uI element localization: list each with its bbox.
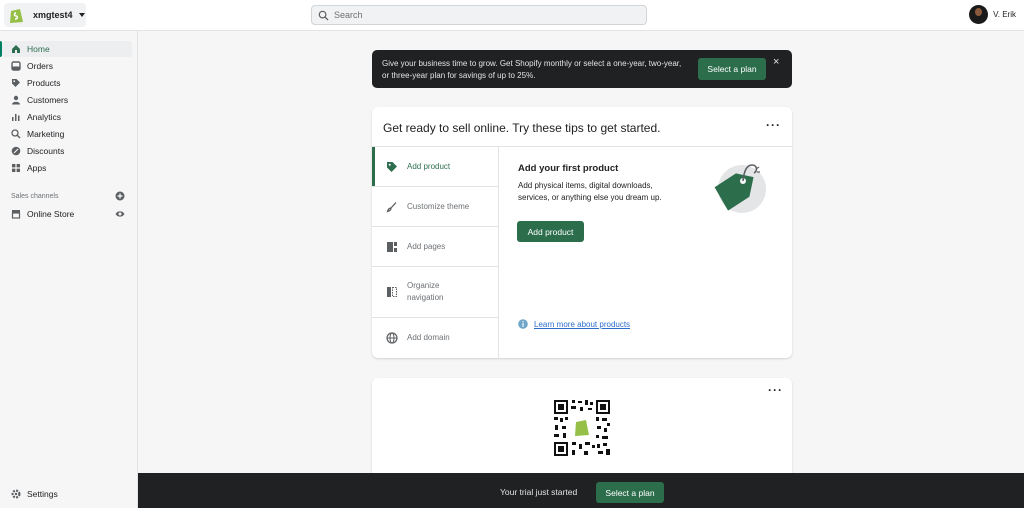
gear-icon xyxy=(11,489,21,499)
sidebar-item-customers[interactable]: Customers xyxy=(2,92,132,108)
orders-icon xyxy=(11,61,21,71)
user-name: V. Erik xyxy=(993,10,1016,19)
store-name: xmgtest4 xyxy=(33,10,73,20)
pages-icon xyxy=(387,241,397,252)
sidebar-item-label: Marketing xyxy=(27,129,65,139)
sales-channels-label: Sales channels xyxy=(11,193,59,200)
tip-label: Customize theme xyxy=(407,201,470,211)
caret-down-icon xyxy=(78,13,85,17)
sidebar-item-discounts[interactable]: Discounts xyxy=(2,143,132,159)
top-bar: xmgtest4 V. Erik xyxy=(0,0,1024,31)
sidebar-item-orders[interactable]: Orders xyxy=(2,58,132,74)
search-bar[interactable] xyxy=(311,5,647,25)
sidebar-item-online-store[interactable]: Online Store xyxy=(2,206,132,222)
tip-organize-navigation[interactable]: Organize navigation xyxy=(372,267,498,318)
sidebar-item-label: Online Store xyxy=(27,209,75,219)
tip-title: Add your first product xyxy=(518,163,619,174)
globe-icon xyxy=(386,332,398,344)
close-icon[interactable]: × xyxy=(773,56,779,68)
apps-icon xyxy=(12,164,20,172)
qr-code-card: ··· xyxy=(372,378,792,488)
tip-description: Add physical items, digital downloads, s… xyxy=(518,181,662,202)
trial-select-plan-button[interactable]: Select a plan xyxy=(596,482,664,503)
select-plan-button[interactable]: Select a plan xyxy=(698,58,766,80)
tag-icon xyxy=(387,161,397,172)
tip-customize-theme[interactable]: Customize theme xyxy=(372,187,498,227)
sidebar-item-label: Orders xyxy=(27,61,53,71)
sidebar-item-label: Discounts xyxy=(27,146,65,156)
sidebar-item-label: Apps xyxy=(27,163,47,173)
setup-tips-card: Get ready to sell online. Try these tips… xyxy=(372,107,792,358)
bar-chart-icon xyxy=(12,114,20,121)
sidebar-item-label: Home xyxy=(27,44,50,54)
tag-icon xyxy=(12,79,20,87)
add-product-button[interactable]: Add product xyxy=(517,221,584,242)
learn-more-link[interactable]: Learn more about products xyxy=(534,320,630,329)
banner-text: Give your business time to grow. Get Sho… xyxy=(382,59,682,80)
user-menu[interactable]: V. Erik xyxy=(969,5,1016,24)
store-switcher[interactable]: xmgtest4 xyxy=(4,3,86,27)
sidebar-item-settings[interactable]: Settings xyxy=(2,486,132,502)
sidebar-item-analytics[interactable]: Analytics xyxy=(2,109,132,125)
tip-add-pages[interactable]: Add pages xyxy=(372,227,498,267)
more-actions-icon[interactable]: ··· xyxy=(768,383,783,397)
navigation-icon xyxy=(387,287,397,297)
tip-label: Add pages xyxy=(407,241,446,251)
search-icon xyxy=(318,10,329,21)
sidebar-item-marketing[interactable]: Marketing xyxy=(2,126,132,142)
add-channel-icon[interactable] xyxy=(115,191,125,201)
eye-icon[interactable] xyxy=(115,209,125,219)
brush-icon xyxy=(386,201,397,212)
more-actions-icon[interactable]: ··· xyxy=(766,118,781,132)
sidebar-item-label: Settings xyxy=(27,489,58,499)
search-input[interactable] xyxy=(334,10,634,20)
tip-list: Add product Customize theme Add pages Or… xyxy=(372,147,499,358)
learn-more: Learn more about products xyxy=(518,319,630,329)
sidebar-item-label: Customers xyxy=(27,95,69,105)
sidebar-item-home[interactable]: Home xyxy=(0,41,132,57)
tip-label: Add product xyxy=(407,161,451,171)
card-title: Get ready to sell online. Try these tips… xyxy=(383,121,661,135)
sidebar-item-apps[interactable]: Apps xyxy=(2,160,132,176)
discount-icon xyxy=(11,146,21,156)
avatar xyxy=(969,5,989,24)
home-icon xyxy=(12,45,20,53)
sidebar-item-products[interactable]: Products xyxy=(2,75,132,91)
tip-label: Organize navigation xyxy=(407,281,444,302)
qr-code-icon xyxy=(552,398,612,458)
trial-bar: Your trial just started Select a plan xyxy=(138,473,1024,508)
info-icon xyxy=(518,319,528,329)
product-tag-illustration xyxy=(714,164,766,213)
sidebar: Home Orders Products Customers Analytics… xyxy=(0,31,138,508)
sidebar-item-label: Products xyxy=(27,78,61,88)
trial-text: Your trial just started xyxy=(500,487,578,497)
megaphone-icon xyxy=(11,129,21,139)
store-icon xyxy=(11,210,21,219)
tip-add-product[interactable]: Add product xyxy=(372,147,498,187)
sidebar-item-label: Analytics xyxy=(27,112,62,122)
shopify-logo-icon xyxy=(10,8,23,23)
tip-add-domain[interactable]: Add domain xyxy=(372,318,498,358)
tip-label: Add domain xyxy=(407,333,450,342)
person-icon xyxy=(12,95,20,105)
